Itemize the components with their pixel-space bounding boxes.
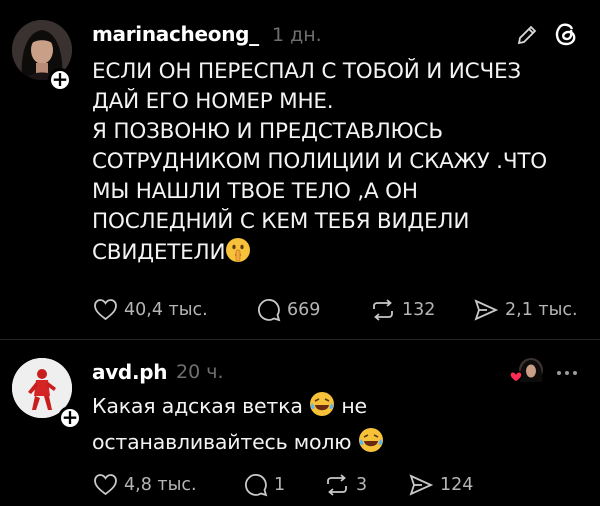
reply-text: останавливайтесь молю (92, 430, 352, 454)
reply-text: Какая адская ветка (92, 394, 303, 418)
like-button[interactable]: 40,4 тыс. (93, 298, 208, 321)
repost-icon (373, 299, 393, 321)
body-line: ДАЙ ЕГО НОМЕР МНЕ. (92, 89, 334, 114)
like-count: 40,4 тыс. (124, 299, 208, 320)
follow-plus-icon[interactable]: + (48, 68, 72, 92)
body-line: СОТРУДНИКОМ ПОЛИЦИИ И СКАЖУ .ЧТО (92, 149, 548, 174)
author-avatar-wrap[interactable]: + (12, 358, 82, 430)
repost-count: 132 (402, 300, 436, 320)
edit-icon[interactable] (515, 23, 539, 52)
follow-plus-icon[interactable]: + (58, 406, 82, 430)
reply-button[interactable]: 1 (244, 473, 285, 497)
reply-count: 669 (287, 300, 321, 320)
heart-icon (94, 474, 117, 496)
laughing-tears-emoji-icon (309, 391, 335, 426)
share-count: 124 (440, 475, 474, 495)
body-line: ЕСЛИ ОН ПЕРЕСПАЛ С ТОБОЙ И ИСЧЕЗ (92, 59, 522, 84)
share-button[interactable]: 124 (408, 473, 473, 497)
shushing-face-emoji-icon (225, 237, 251, 272)
reply-text: не (341, 394, 367, 418)
repost-button[interactable]: 132 (370, 298, 435, 322)
send-icon (474, 299, 499, 321)
more-options-icon[interactable] (556, 364, 578, 382)
threads-logo-icon[interactable] (552, 20, 580, 53)
body-line: Я ПОЗВОНЮ И ПРЕДСТАВЛЮСЬ (92, 119, 443, 144)
reply-line-1: Какая адская ветка не (92, 390, 582, 426)
share-count: 2,1 тыс. (505, 300, 578, 320)
repost-count: 3 (356, 475, 368, 495)
body-line-last: СВИДЕТЕЛИ (92, 237, 582, 272)
share-button[interactable]: 2,1 тыс. (473, 298, 578, 322)
post-time: 1 дн. (272, 24, 322, 46)
post-username[interactable]: marinacheong_ (92, 22, 259, 46)
reply-line-2: останавливайтесь молю (92, 426, 582, 462)
like-button[interactable]: 4,8 тыс. (93, 473, 197, 496)
comment-icon (258, 299, 281, 322)
repost-button[interactable]: 3 (324, 473, 367, 497)
post-body: ЕСЛИ ОН ПЕРЕСПАЛ С ТОБОЙ И ИСЧЕЗ ДАЙ ЕГО… (92, 57, 582, 272)
body-line: МЫ НАШЛИ ТВОЕ ТЕЛО ,А ОН (92, 179, 418, 204)
body-line-text: СВИДЕТЕЛИ (92, 240, 226, 265)
thread-post: + marinacheong_ 1 дн. ЕСЛИ ОН ПЕРЕСПАЛ С… (0, 0, 600, 340)
heart-icon (94, 299, 117, 321)
reply-count: 1 (274, 475, 286, 495)
reply-time: 20 ч. (176, 361, 224, 383)
repost-icon (327, 474, 347, 496)
reply-button[interactable]: 669 (257, 298, 320, 322)
reply-body: Какая адская ветка не останавливайтесь м… (92, 390, 582, 462)
laughing-tears-emoji-icon (358, 427, 384, 462)
reply-post: + avd.ph 20 ч. Какая адская ветка не ост… (0, 340, 600, 506)
like-count: 4,8 тыс. (124, 474, 197, 495)
liked-by-author-avatar (506, 356, 544, 388)
send-icon (409, 474, 434, 496)
reply-username[interactable]: avd.ph (92, 360, 168, 384)
comment-icon (245, 474, 268, 497)
author-avatar-wrap[interactable]: + (12, 20, 82, 92)
body-line: ПОСЛЕДНИЙ С КЕМ ТЕБЯ ВИДЕЛИ (92, 209, 470, 234)
